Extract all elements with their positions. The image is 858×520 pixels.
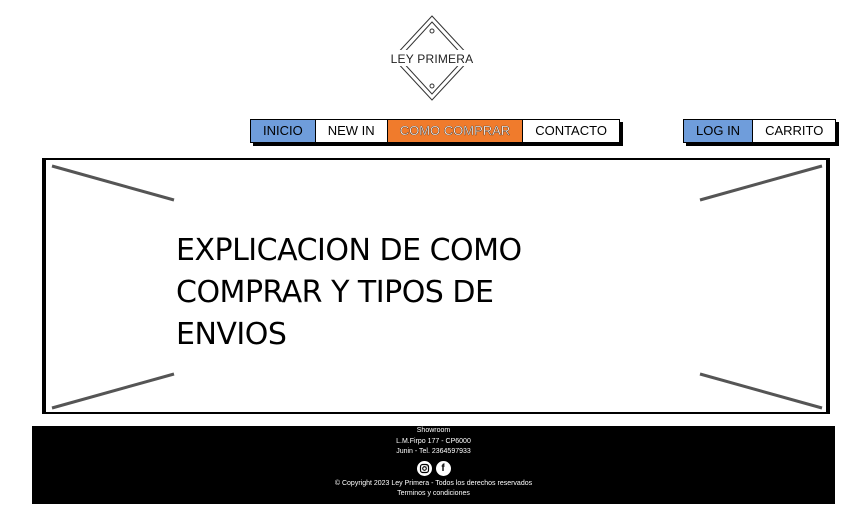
footer-address: L.M.Firpo 177 - CP6000 <box>396 437 471 445</box>
content-placeholder: EXPLICACION DE COMO COMPRAR Y TIPOS DE E… <box>42 158 830 414</box>
instagram-icon[interactable] <box>416 460 432 476</box>
site-footer: Showroom L.M.Firpo 177 - CP6000 Junin - … <box>32 426 835 504</box>
footer-showroom: Showroom <box>416 427 451 434</box>
footer-city-phone: Junin - Tel. 2364597933 <box>396 448 471 455</box>
user-nav: LOG IN CARRITO <box>683 119 837 143</box>
login-button[interactable]: LOG IN <box>684 120 754 142</box>
nav-item-inicio[interactable]: INICIO <box>251 120 316 142</box>
main-nav: INICIO NEW IN COMO COMPRAR CONTACTO <box>250 119 620 143</box>
nav-item-new-in[interactable]: NEW IN <box>316 120 388 142</box>
brand-logo[interactable]: LEY PRIMERA <box>389 14 475 104</box>
logo-text: LEY PRIMERA <box>390 52 474 66</box>
footer-copyright: © Copyright 2023 Ley Primera - Todos los… <box>334 479 533 487</box>
placeholder-heading: EXPLICACION DE COMO COMPRAR Y TIPOS DE E… <box>176 233 522 352</box>
social-icons: f <box>32 460 835 477</box>
facebook-icon[interactable]: f <box>435 460 451 476</box>
nav-item-como-comprar[interactable]: COMO COMPRAR <box>387 120 524 142</box>
nav-item-contacto[interactable]: CONTACTO <box>523 120 619 142</box>
cart-button[interactable]: CARRITO <box>753 120 835 142</box>
footer-terms-link[interactable]: Terminos y condiciones <box>32 489 835 500</box>
